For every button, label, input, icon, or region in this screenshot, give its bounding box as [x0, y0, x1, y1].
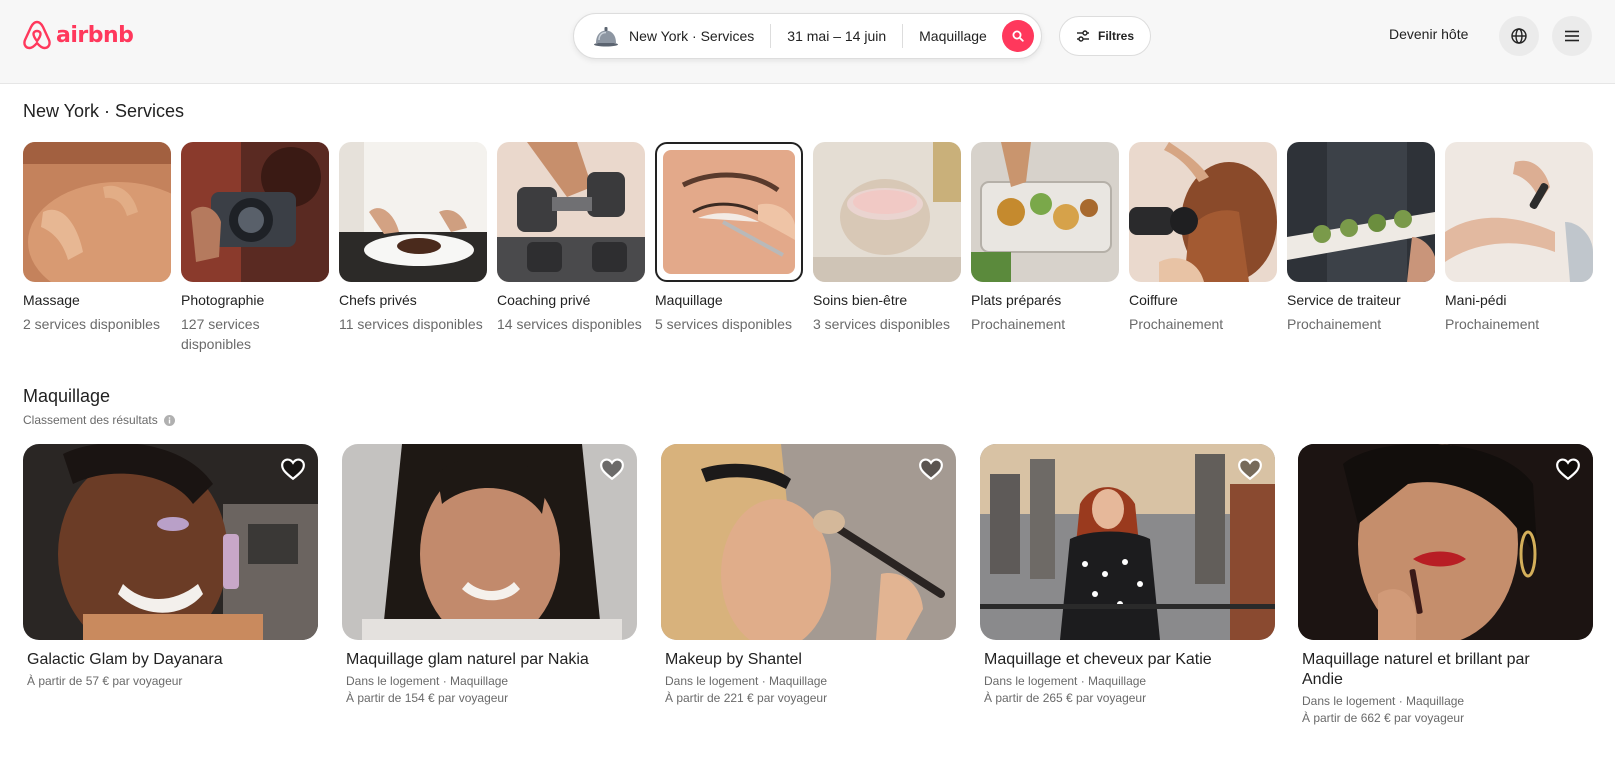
listing-location: Dans le logement · Maquillage: [665, 674, 828, 688]
category-name: Soins bien-être: [813, 292, 908, 308]
listing-photo: [1298, 444, 1593, 640]
category-count: 3 services disponibles: [813, 316, 950, 332]
listing-title: Maquillage glam naturel par Nakia: [346, 651, 589, 668]
category-card-chefs-prives[interactable]: Chefs privés 11 services disponibles: [339, 142, 487, 334]
menu-icon: [1565, 30, 1579, 42]
search-dates-text: 31 mai – 14 juin: [787, 28, 887, 44]
category-image: [1129, 142, 1277, 282]
results-heading: Maquillage: [23, 386, 111, 406]
category-card-service-de-traiteur[interactable]: Service de traiteur Prochainement: [1287, 142, 1435, 334]
listing-card[interactable]: Galactic Glam by Dayanara À partir de 57…: [23, 444, 318, 690]
heart-icon[interactable]: [280, 456, 306, 482]
category-name: Plats préparés: [971, 292, 1062, 308]
category-card-soins-bien-etre[interactable]: Soins bien-être 3 services disponibles: [813, 142, 961, 334]
category-image: [181, 142, 329, 282]
listing-price: À partir de 221 € par voyageur: [665, 691, 828, 705]
category-card-mani-pedi[interactable]: Mani-pédi Prochainement: [1445, 142, 1593, 334]
listing-card[interactable]: Maquillage et cheveux par Katie Dans le …: [980, 444, 1275, 707]
globe-icon: [1511, 28, 1527, 44]
category-image: [971, 142, 1119, 282]
bell-icon: [594, 27, 618, 47]
search-dates[interactable]: 31 mai – 14 juin: [771, 14, 902, 58]
main-menu-button[interactable]: [1552, 16, 1592, 56]
category-card-coaching-prive[interactable]: Coaching privé 14 services disponibles: [497, 142, 645, 334]
listing-title: Makeup by Shantel: [665, 651, 802, 668]
listing-location: Dans le logement · Maquillage: [1302, 694, 1465, 708]
category-count: Prochainement: [1445, 316, 1540, 332]
heart-icon[interactable]: [599, 456, 625, 482]
search-location-text: New York · Services: [629, 28, 755, 44]
heart-icon[interactable]: [1237, 456, 1263, 482]
category-count: 127 services disponibles: [181, 316, 260, 352]
listing-location: Dans le logement · Maquillage: [346, 674, 509, 688]
category-count: Prochainement: [971, 316, 1066, 332]
category-image: [1287, 142, 1435, 282]
category-image: [813, 142, 961, 282]
listing-card[interactable]: Maquillage glam naturel par Nakia Dans l…: [342, 444, 637, 707]
filters-button[interactable]: Filtres: [1059, 16, 1151, 56]
listing-photo: [23, 444, 318, 640]
category-name: Service de traiteur: [1287, 292, 1401, 308]
listing-photo: [661, 444, 956, 640]
become-host-link[interactable]: Devenir hôte: [1389, 26, 1468, 42]
category-image: [497, 142, 645, 282]
search-button[interactable]: [1002, 20, 1034, 52]
category-name: Chefs privés: [339, 292, 417, 308]
category-card-plats-prepares[interactable]: Plats préparés Prochainement: [971, 142, 1119, 334]
category-image-selected: [655, 142, 803, 282]
sliders-icon: [1076, 30, 1089, 42]
search-location[interactable]: New York · Services: [574, 14, 770, 58]
category-count: 5 services disponibles: [655, 316, 792, 332]
top-header: airbnb New York · Services 31 mai – 14 j…: [0, 0, 1615, 84]
category-card-photographie[interactable]: Photographie 127 services disponibles: [181, 142, 329, 354]
listing-photo: [980, 444, 1275, 640]
category-count: Prochainement: [1287, 316, 1382, 332]
category-card-massage[interactable]: Massage 2 services disponibles: [23, 142, 171, 334]
listing-card[interactable]: Maquillage naturel et brillant par Andie…: [1298, 444, 1593, 727]
airbnb-logo-icon: [23, 20, 51, 50]
results-ranking[interactable]: Classement des résultats: [23, 413, 175, 427]
listing-price: À partir de 662 € par voyageur: [1302, 711, 1465, 725]
category-name: Coaching privé: [497, 292, 591, 308]
category-image: [339, 142, 487, 282]
category-name: Massage: [23, 292, 80, 308]
category-image: [1445, 142, 1593, 282]
category-count: 2 services disponibles: [23, 316, 160, 332]
category-card-coiffure[interactable]: Coiffure Prochainement: [1129, 142, 1277, 334]
category-name: Maquillage: [655, 292, 723, 308]
listing-price: À partir de 154 € par voyageur: [346, 691, 509, 705]
airbnb-logo[interactable]: airbnb: [22, 19, 134, 52]
categories-heading: New York · Services: [23, 101, 185, 121]
listing-title: Maquillage et cheveux par Katie: [984, 651, 1212, 668]
listing-price: À partir de 57 € par voyageur: [27, 674, 183, 688]
listing-card[interactable]: Makeup by Shantel Dans le logement · Maq…: [661, 444, 956, 707]
category-image: [23, 142, 171, 282]
listing-price: À partir de 265 € par voyageur: [984, 691, 1147, 705]
category-card-maquillage[interactable]: Maquillage 5 services disponibles: [655, 142, 803, 334]
info-icon[interactable]: [163, 414, 175, 426]
search-icon: [1012, 30, 1024, 42]
airbnb-wordmark: airbnb: [56, 23, 134, 48]
listing-title: Galactic Glam by Dayanara: [27, 651, 223, 668]
category-name: Coiffure: [1129, 292, 1178, 308]
listing-title: Maquillage naturel et brillant par Andie: [1302, 651, 1530, 688]
search-category[interactable]: Maquillage: [903, 14, 995, 58]
heart-icon[interactable]: [918, 456, 944, 482]
category-name: Mani-pédi: [1445, 292, 1507, 308]
category-count: Prochainement: [1129, 316, 1224, 332]
filters-label: Filtres: [1097, 29, 1134, 43]
listing-photo: [342, 444, 637, 640]
results-ranking-label: Classement des résultats: [23, 413, 158, 427]
category-count: 11 services disponibles: [339, 316, 483, 332]
heart-icon[interactable]: [1555, 456, 1581, 482]
category-count: 14 services disponibles: [497, 316, 642, 332]
category-name: Photographie: [181, 292, 265, 308]
search-category-text: Maquillage: [919, 28, 987, 44]
language-button[interactable]: [1499, 16, 1539, 56]
listing-location: Dans le logement · Maquillage: [984, 674, 1147, 688]
search-bar[interactable]: New York · Services 31 mai – 14 juin Maq…: [573, 13, 1042, 59]
